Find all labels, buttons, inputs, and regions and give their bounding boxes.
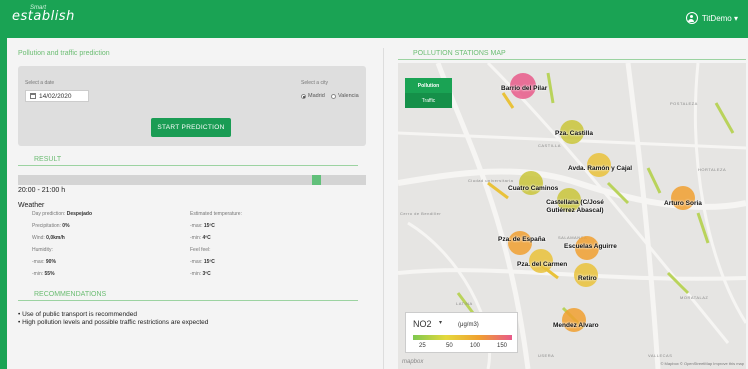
recommendations-title: RECOMMENDATIONS [34,291,107,298]
legend-color-scale [413,335,512,340]
station-label: Mendez Alvaro [553,322,599,329]
map-area-label: VALLECAS [648,353,673,358]
station-label: Pza. del Carmen [517,261,568,268]
layer-traffic-button[interactable]: Traffic [405,93,452,108]
legend-tick: 50 [446,343,453,349]
weather-temp-max: -max: 15ºC [190,223,215,229]
map-title: POLLUTION STATIONS MAP [413,50,506,57]
time-slider-handle[interactable] [312,175,321,185]
station-label: Pza. de España [498,236,546,243]
weather-temp-min: -min: 4ºC [190,235,211,241]
station-marker[interactable] [508,231,532,255]
pollution-map[interactable]: POSTALEZA CASTILLA Ciudad universitaria … [398,63,746,369]
weather-title: Weather [18,202,45,209]
weather-humidity: Humidity: [32,247,53,253]
radio-checked-icon [301,93,306,99]
weather-humidity-min: -min: 55% [32,271,55,277]
map-area-label: POSTALEZA [670,101,698,106]
start-prediction-button[interactable]: START PREDICTION [151,118,231,137]
user-name: TitDemo ▾ [701,13,738,23]
radio-valencia-label: Valencia [338,93,359,99]
radio-valencia[interactable]: Valencia [331,93,359,99]
radio-madrid-label: Madrid [308,93,325,99]
radio-unchecked-icon [331,93,336,99]
weather-humidity-max: -max: 90% [32,259,56,265]
weather-precipitation: Precipitation: 0% [32,223,70,229]
prediction-title: Pollution and traffic prediction [18,50,110,57]
left-edge-bar [0,38,7,369]
weather-feel-max: -max: 15ºC [190,259,215,265]
map-area-label: Ciudad universitaria [468,178,514,183]
city-label: Select a city [301,80,328,86]
station-label: Cuatro Caminos [508,185,559,192]
map-area-label: Cerro de Bendiller [400,211,442,216]
user-icon [685,12,698,24]
map-legend: NO2 ▾ (μg/m3) 25 50 100 150 [405,312,518,353]
result-title: RESULT [34,156,62,163]
station-label: Castellana (C/José Gutiérrez Abascal) [546,199,604,214]
result-divider [18,165,358,166]
map-attribution[interactable]: © Mapbox © OpenStreetMap Improve this ma… [661,361,745,366]
pollutant-select[interactable]: NO2 [413,319,432,329]
legend-tick: 150 [497,343,508,349]
legend-tick: 25 [419,343,426,349]
station-label: Arturo Soria [664,200,702,207]
top-bar: Smart establish TitDemo ▾ [0,0,748,38]
weather-feel-min: -min: 3ºC [190,271,211,277]
station-label: Pza. Castilla [555,130,593,137]
date-value: 14/02/2020 [39,92,72,100]
station-label: Barrio del Pilar [501,85,548,92]
calendar-icon [30,93,36,99]
legend-tick: 100 [470,343,481,349]
time-range: 20:00 - 21:00 h [18,187,66,194]
weather-est-temperature: Estimated temperature: [190,211,242,217]
layer-pollution-button[interactable]: Pollution [405,78,452,93]
weather-day-prediction: Day prediction: Despejado [32,211,93,217]
map-area-label: CASTILLA [538,143,561,148]
station-label: Retiro [578,275,597,282]
recommendations-divider [18,300,358,301]
map-title-divider [398,59,746,60]
map-area-label: MORATALAZ [680,295,709,300]
app-logo[interactable]: establish [12,9,75,24]
station-label: Avda. Ramón y Cajal [568,165,633,172]
chevron-down-icon[interactable]: ▾ [439,319,442,326]
recommendation-item: High pollution levels and possible traff… [18,319,208,327]
prediction-form: Select a date 14/02/2020 Select a city M… [18,66,366,146]
station-label: Escuelas Aguirre [564,243,617,250]
date-label: Select a date [25,80,55,86]
layer-toggle: Pollution Traffic [405,78,452,108]
column-divider [383,48,384,369]
weather-feel: Feel feel: [190,247,211,253]
user-menu[interactable]: TitDemo ▾ [685,12,738,24]
map-area-label: HORTALEZA [698,167,727,172]
mapbox-logo[interactable]: mapbox [402,359,423,365]
recommendations-list: Use of public transport is recommended H… [18,311,208,327]
map-area-label: USERA [538,353,555,358]
weather-wind: Wind: 0,0km/h [32,235,65,241]
date-input[interactable]: 14/02/2020 [25,90,89,102]
radio-madrid[interactable]: Madrid [301,93,325,99]
legend-unit: (μg/m3) [458,322,479,328]
recommendation-item: Use of public transport is recommended [18,311,208,319]
map-area-label: LATINA [456,301,473,306]
